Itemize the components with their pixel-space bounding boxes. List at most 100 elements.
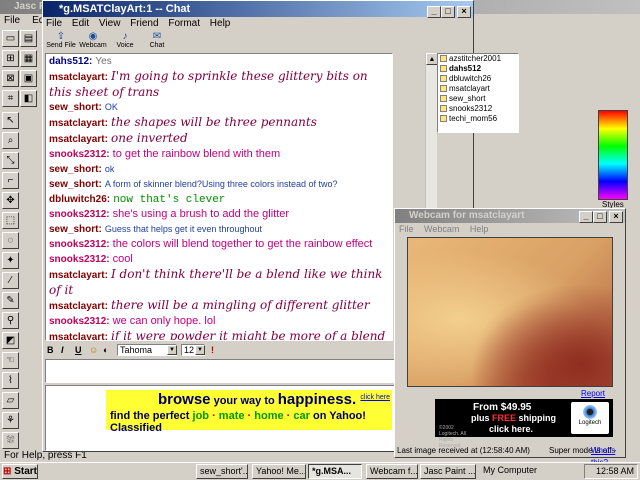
layers-icon[interactable]: ▣ — [20, 70, 37, 87]
chat-menu-edit[interactable]: Edit — [72, 18, 89, 29]
chat-titlebar[interactable]: *g.MSATClayArt:1 -- Chat _ □ × — [43, 1, 473, 18]
webcam-menu-file[interactable]: File — [399, 224, 414, 234]
user-list-item[interactable]: dahs512 — [438, 64, 518, 74]
webcam-icon: ◉ — [88, 31, 98, 42]
webcam-minimize-button[interactable]: _ — [579, 211, 593, 223]
webcam-menu-webcam[interactable]: Webcam — [424, 224, 459, 234]
user-list-item[interactable]: snooks2312 — [438, 104, 518, 114]
alert-icon[interactable]: ! — [211, 343, 214, 358]
jasc-menu-file[interactable]: File — [4, 15, 20, 26]
dropper-tool-icon[interactable]: ⁄ — [2, 272, 19, 289]
open-folder-icon[interactable]: ▤ — [20, 30, 37, 47]
eraser-icon[interactable]: ▱ — [2, 392, 19, 409]
grid-icon[interactable]: ⊠ — [2, 70, 19, 87]
message-nick[interactable]: sew_short: — [49, 224, 102, 235]
crop-icon[interactable]: ⌗ — [2, 90, 19, 107]
ad-browse: browse — [158, 391, 211, 408]
move-tool-icon[interactable]: ✥ — [2, 192, 19, 209]
ad-sep: · — [209, 410, 219, 422]
task-webcam[interactable]: Webcam f... — [366, 464, 418, 479]
ad-find: find the perfect — [110, 410, 193, 422]
user-list-item[interactable]: azstitcher2001 — [438, 54, 518, 64]
underline-button[interactable]: U — [75, 343, 82, 358]
message-nick[interactable]: sew_short: — [49, 102, 102, 113]
message-nick[interactable]: msatclayart: — [49, 72, 108, 83]
zoom-tool-icon[interactable]: ⌕ — [2, 132, 19, 149]
bold-button[interactable]: B — [47, 343, 54, 358]
my-computer-button[interactable]: My Computer — [480, 464, 538, 479]
user-list-item[interactable]: sew_short — [438, 94, 518, 104]
font-dropdown-icon[interactable]: ▼ — [167, 345, 177, 355]
lasso-tool-icon[interactable]: ◌ — [2, 232, 19, 249]
chat-menu-file[interactable]: File — [46, 18, 62, 29]
webcam-menu-help[interactable]: Help — [470, 224, 489, 234]
picture-tube-icon[interactable]: ⚘ — [2, 412, 19, 429]
task-chat[interactable]: *g.MSA... — [308, 464, 362, 479]
message-nick[interactable]: msatclayart: — [49, 270, 108, 281]
start-button[interactable]: ⊞ Start — [2, 464, 38, 479]
message-nick[interactable]: snooks2312: — [49, 254, 110, 265]
ad-click-here-link[interactable]: click here — [360, 394, 390, 401]
screen-capture-icon[interactable]: ⊞ — [2, 50, 19, 67]
message-nick[interactable]: sew_short: — [49, 179, 102, 190]
user-icon — [440, 85, 447, 93]
size-value: 12 — [184, 345, 195, 355]
logitech-ad[interactable]: From $49.95 plus FREE shipping click her… — [435, 399, 613, 449]
chat-menu-help[interactable]: Help — [210, 18, 231, 29]
message-nick[interactable]: msatclayart: — [49, 301, 108, 312]
ad-sep: · — [283, 410, 294, 422]
webcam-button[interactable]: ◉ Webcam — [77, 31, 109, 49]
message-text: to get the rainbow blend with them — [112, 148, 281, 160]
message-nick[interactable]: snooks2312: — [49, 209, 110, 220]
user-list-item[interactable]: techi_mom56 — [438, 114, 518, 124]
size-dropdown-icon[interactable]: ▼ — [195, 345, 205, 355]
deform-tool-icon[interactable]: ⤡ — [2, 152, 19, 169]
chat-message: msatclayart: one inverted — [46, 131, 392, 147]
task-label: *g.MSA... — [312, 466, 352, 476]
send-file-button[interactable]: ⇪ Send File — [45, 31, 77, 49]
message-nick[interactable]: msatclayart: — [49, 332, 108, 340]
message-nick[interactable]: dbluwitch26: — [49, 194, 110, 205]
ad-kw-car: car — [293, 410, 310, 422]
message-nick[interactable]: snooks2312: — [49, 316, 110, 327]
magic-wand-icon[interactable]: ✦ — [2, 252, 19, 269]
chat-menu-friend[interactable]: Friend — [130, 18, 158, 29]
palette-icon[interactable]: ◧ — [20, 90, 37, 107]
color-palette[interactable] — [598, 110, 628, 200]
color-replacer-icon[interactable]: ◩ — [2, 332, 19, 349]
user-list-item[interactable]: dbluwitch26 — [438, 74, 518, 84]
message-nick[interactable]: dahs512: — [49, 56, 92, 67]
flood-fill-icon[interactable]: ⛆ — [2, 432, 19, 449]
message-nick[interactable]: sew_short: — [49, 164, 102, 175]
task-yahoo-messenger[interactable]: Yahoo! Me... — [252, 464, 306, 479]
message-nick[interactable]: snooks2312: — [49, 149, 110, 160]
message-nick[interactable]: snooks2312: — [49, 239, 110, 250]
task-jasc-paint[interactable]: Jasc Paint ... — [420, 464, 476, 479]
chat-button[interactable]: ✉ Chat — [141, 31, 173, 49]
webcam-close-button[interactable]: × — [609, 211, 623, 223]
new-file-icon[interactable]: ▭ — [2, 30, 19, 47]
message-nick[interactable]: msatclayart: — [49, 118, 108, 129]
user-list-item[interactable]: msatclayart — [438, 84, 518, 94]
window-icon[interactable]: ▦ — [20, 50, 37, 67]
yahoo-classified-ad[interactable]: browse your way to happiness. find the p… — [106, 390, 392, 434]
clone-brush-icon[interactable]: ⚲ — [2, 312, 19, 329]
italic-button[interactable]: I — [61, 343, 64, 358]
paintbrush-icon[interactable]: ✎ — [2, 292, 19, 309]
chat-menu-view[interactable]: View — [99, 18, 121, 29]
voice-button[interactable]: ♪ Voice — [109, 31, 141, 49]
arrow-tool-icon[interactable]: ↖ — [2, 112, 19, 129]
task-label: Yahoo! Me... — [256, 466, 306, 476]
crop-tool-icon[interactable]: ⌐ — [2, 172, 19, 189]
selection-tool-icon[interactable]: ⬚ — [2, 212, 19, 229]
message-nick[interactable]: msatclayart: — [49, 134, 108, 145]
task-sew-short[interactable]: sew_short'... — [196, 464, 248, 479]
scratch-remover-icon[interactable]: ⌇ — [2, 372, 19, 389]
retouch-icon[interactable]: ☜ — [2, 352, 19, 369]
webcam-maximize-button[interactable]: □ — [593, 211, 607, 223]
smiley-icon[interactable]: ☺ — [89, 343, 98, 358]
color-picker-icon[interactable]: ◐ — [103, 343, 108, 358]
chat-transcript[interactable]: dahs512: Yes msatclayart: I'm going to sp… — [45, 53, 393, 341]
chat-menu-format[interactable]: Format — [168, 18, 200, 29]
webcam-titlebar[interactable]: Webcam for msatclayart _ □ × — [395, 209, 625, 223]
